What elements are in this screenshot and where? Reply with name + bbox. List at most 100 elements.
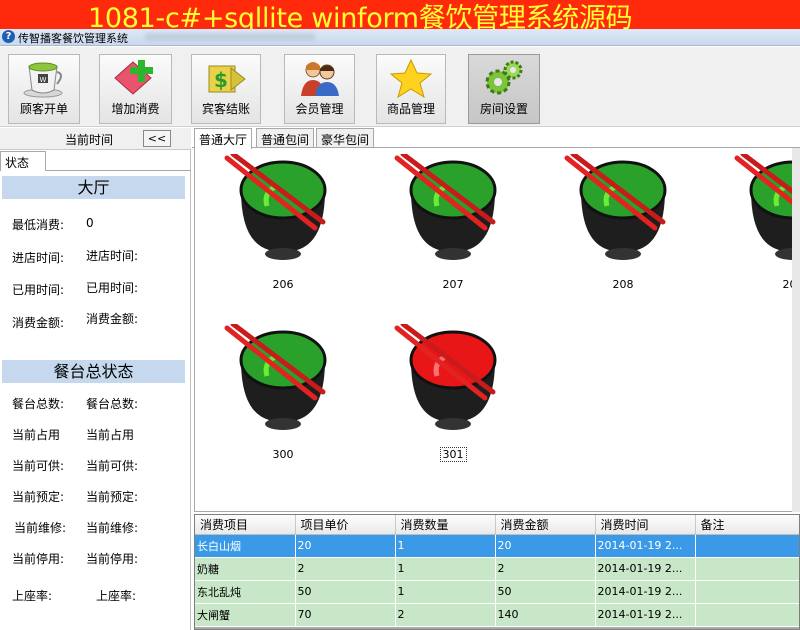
grid-cell[interactable]: 2014-01-19 2...: [595, 534, 696, 558]
bowl-icon: [224, 154, 327, 260]
occupancy-rate-label: 上座率:: [12, 589, 53, 603]
grid-cell[interactable]: 140: [495, 603, 596, 627]
grid-cell[interactable]: 2014-01-19 2...: [595, 603, 696, 627]
available-label: 当前可供:: [12, 459, 65, 473]
column-header[interactable]: 备注: [695, 515, 799, 535]
column-header[interactable]: 消费数量: [395, 515, 496, 535]
grid-cell[interactable]: 东北乱炖: [195, 580, 296, 604]
tab-status[interactable]: 状态: [0, 151, 46, 171]
occupied-label: 当前占用: [12, 428, 61, 442]
tab-regular-room[interactable]: 普通包间: [256, 128, 315, 148]
bowl-icon: [564, 154, 667, 260]
room-tile[interactable]: 207: [393, 154, 513, 304]
elapsed-time-label: 已用时间:: [12, 283, 65, 297]
grid-cell[interactable]: 20: [295, 534, 396, 558]
checkout-icon: $: [208, 65, 246, 93]
tab-divider: [46, 170, 191, 171]
add-consumption-button[interactable]: 增加消费: [99, 54, 172, 124]
consumption-grid: 消费项目 项目单价 消费数量 消费金额 消费时间 备注 长白山烟 20 1 20…: [194, 514, 800, 630]
collapse-panel-button[interactable]: <<: [143, 130, 171, 147]
elapsed-time-value: 已用时间:: [86, 281, 139, 295]
room-settings-label: 房间设置: [479, 102, 528, 116]
room-number: 300: [272, 448, 294, 461]
bowl-icon: [394, 154, 497, 260]
star-icon: [389, 58, 433, 98]
hall-tabs: 普通大厅 普通包间 豪华包间: [192, 128, 800, 149]
room-grid: 206 207 208 300 301: [194, 148, 800, 512]
hall-section-title: 大厅: [2, 176, 185, 199]
open-order-button[interactable]: W 顾客开单: [8, 54, 80, 124]
svg-text:W: W: [40, 76, 47, 84]
column-header[interactable]: 项目单价: [295, 515, 396, 535]
checkin-time-label: 进店时间:: [12, 251, 65, 265]
total-tables-label: 餐台总数:: [12, 397, 65, 411]
available-value: 当前可供:: [86, 459, 139, 473]
watermark-banner: 1081-c#+sqllite winform餐饮管理系统源码: [0, 0, 800, 34]
column-header[interactable]: 消费金额: [495, 515, 596, 535]
grid-cell[interactable]: [695, 580, 799, 604]
grid-cell[interactable]: 1: [395, 580, 496, 604]
grid-cell[interactable]: [695, 534, 799, 558]
window-title: 传智播客餐饮管理系统: [18, 32, 128, 45]
grid-cell[interactable]: 50: [495, 580, 596, 604]
total-tables-value: 餐台总数:: [86, 397, 139, 411]
grid-header-row: 消费项目 项目单价 消费数量 消费金额 消费时间 备注: [195, 515, 799, 535]
grid-cell[interactable]: 20: [495, 534, 596, 558]
room-tile[interactable]: 208: [563, 154, 683, 304]
room-tile[interactable]: 209: [733, 154, 800, 304]
consumption-amount-label: 消费金额:: [12, 316, 65, 330]
grid-cell[interactable]: 长白山烟: [195, 534, 296, 558]
grid-cell[interactable]: 70: [295, 603, 396, 627]
grid-cell[interactable]: 50: [295, 580, 396, 604]
column-header[interactable]: 消费项目: [195, 515, 296, 535]
grid-cell[interactable]: [695, 603, 799, 627]
products-label: 商品管理: [386, 102, 435, 116]
room-tile[interactable]: 300: [223, 324, 343, 474]
bowl-icon: [394, 324, 497, 430]
room-number: 207: [442, 278, 464, 291]
checkin-time-value: 进店时间:: [86, 249, 139, 263]
tab-regular-hall[interactable]: 普通大厅: [194, 128, 253, 149]
grid-cell[interactable]: [695, 557, 799, 581]
room-grid-scrollbar[interactable]: [792, 148, 800, 512]
grid-cell[interactable]: 2: [295, 557, 396, 581]
min-charge-value: 0: [86, 216, 94, 230]
gears-icon: [485, 60, 523, 95]
min-charge-label: 最低消费:: [12, 218, 65, 232]
table-row[interactable]: 大闸蟹 70 2 140 2014-01-19 2...: [195, 603, 799, 627]
table-row[interactable]: 长白山烟 20 1 20 2014-01-19 2...: [195, 534, 799, 558]
room-settings-button[interactable]: 房间设置: [468, 54, 540, 124]
room-number: 209: [733, 278, 800, 291]
grid-cell[interactable]: 1: [395, 534, 496, 558]
room-tile[interactable]: 301: [393, 324, 513, 474]
grid-cell[interactable]: 大闸蟹: [195, 603, 296, 627]
table-row[interactable]: 奶糖 2 1 2 2014-01-19 2...: [195, 557, 799, 581]
blurred-title-text: [145, 33, 315, 41]
grid-cell[interactable]: 2014-01-19 2...: [595, 557, 696, 581]
grid-cell[interactable]: 1: [395, 557, 496, 581]
grid-cell[interactable]: 2014-01-19 2...: [595, 580, 696, 604]
occupied-value: 当前占用: [86, 428, 135, 442]
checkout-button[interactable]: $ 宾客结账: [191, 54, 261, 124]
members-button[interactable]: 会员管理: [284, 54, 355, 124]
column-header[interactable]: 消费时间: [595, 515, 696, 535]
status-panel: 当前时间 << 状态 大厅 最低消费: 0 进店时间: 进店时间: 已用时间: …: [0, 128, 191, 630]
current-time-header: 当前时间 <<: [0, 128, 191, 150]
add-consumption-label: 增加消费: [111, 102, 160, 116]
members-icon: [300, 62, 339, 96]
bowl-icon: [734, 154, 799, 260]
grid-cell[interactable]: 奶糖: [195, 557, 296, 581]
disabled-label: 当前停用:: [12, 552, 65, 566]
grid-cell[interactable]: 2: [395, 603, 496, 627]
room-tile[interactable]: 206: [223, 154, 343, 304]
disabled-value: 当前停用:: [86, 552, 139, 566]
svg-text:$: $: [214, 68, 228, 92]
grid-cell[interactable]: 2: [495, 557, 596, 581]
tab-luxury-room[interactable]: 豪华包间: [316, 128, 375, 148]
maintenance-value: 当前维修:: [86, 521, 139, 535]
room-number: 301: [393, 447, 513, 462]
products-button[interactable]: 商品管理: [376, 54, 446, 124]
table-row[interactable]: 东北乱炖 50 1 50 2014-01-19 2...: [195, 580, 799, 604]
app-icon: ?: [2, 30, 15, 43]
toolbar: W 顾客开单 增加消费 $ 宾客结账 会员管理 商品管理 房间设置: [0, 47, 800, 127]
